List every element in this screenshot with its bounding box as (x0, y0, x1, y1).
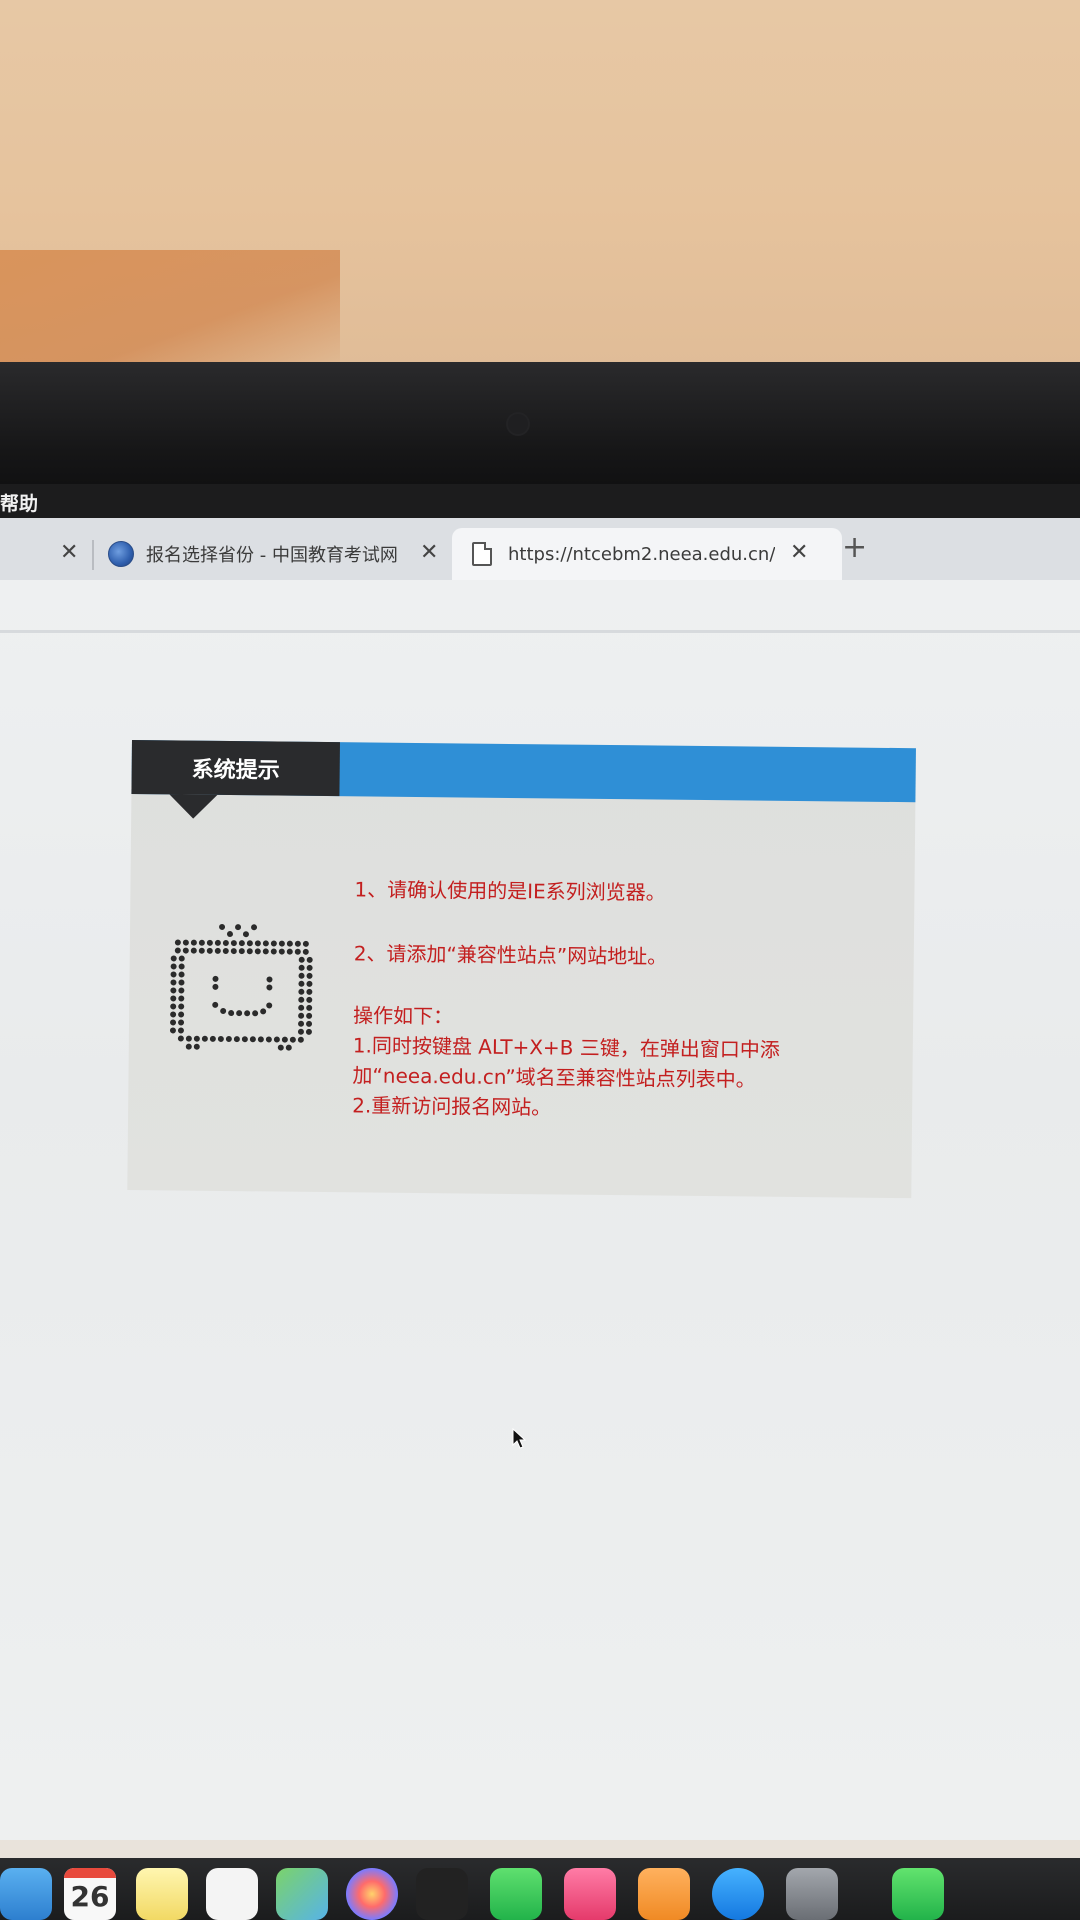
dialog-pointer (169, 794, 218, 819)
calendar-icon[interactable]: 26 (64, 1868, 116, 1920)
books-icon[interactable] (638, 1868, 690, 1920)
photos-icon[interactable] (346, 1868, 398, 1920)
system-prompt-dialog: 系统提示 1、请确认使用的是IE系列浏览器。 2、请添加“兼容性站点”网站地址。… (127, 740, 916, 1199)
tab-label: https://ntcebm2.neea.edu.cn/ (508, 543, 776, 565)
mouse-pointer-icon (512, 1427, 528, 1454)
menu-help[interactable]: 帮助 (0, 489, 38, 516)
message-step-1b: 加“neea.edu.cn”域名至兼容性站点列表中。 (352, 1063, 756, 1092)
app-store-icon[interactable] (712, 1868, 764, 1920)
calendar-day: 26 (70, 1880, 110, 1913)
message-line-2: 2、请添加“兼容性站点”网站地址。 (353, 941, 668, 969)
reminders-icon[interactable] (206, 1868, 258, 1920)
camera-icon (508, 414, 528, 434)
message-steps-title: 操作如下： (353, 1003, 454, 1029)
message-step-2: 2.重新访问报名网站。 (352, 1093, 552, 1120)
tab-close-button[interactable]: ✕ (420, 540, 438, 565)
facetime-icon[interactable] (490, 1868, 542, 1920)
document-icon (472, 542, 492, 566)
music-icon[interactable] (564, 1868, 616, 1920)
finder-icon[interactable] (0, 1868, 52, 1920)
tab-label: 报名选择省份 - 中国教育考试网 (146, 545, 398, 566)
tab-divider (92, 540, 94, 570)
tab-close-button[interactable]: ✕ (60, 540, 78, 565)
settings-icon[interactable] (786, 1868, 838, 1920)
wall-shadow (0, 250, 340, 372)
calendar-month (64, 1868, 116, 1878)
message-line-1: 1、请确认使用的是IE系列浏览器。 (354, 877, 666, 905)
menu-bar: 帮助 (0, 484, 1080, 518)
dialog-title: 系统提示 (131, 740, 340, 797)
message-step-1a: 1.同时按键盘 ALT+X+B 三键，在弹出窗口中添 (352, 1033, 780, 1062)
page-divider (0, 630, 1080, 633)
notes-icon[interactable] (136, 1868, 188, 1920)
messages-icon[interactable] (892, 1868, 944, 1920)
globe-icon (108, 541, 134, 567)
monitor-bezel (0, 362, 1080, 490)
terminal-icon[interactable] (416, 1868, 468, 1920)
tv-dot-icon (169, 920, 320, 1066)
new-tab-button[interactable]: + (842, 530, 867, 565)
maps-icon[interactable] (276, 1868, 328, 1920)
tab-ntcebm2[interactable]: https://ntcebm2.neea.edu.cn/ (452, 528, 842, 580)
tab-close-button[interactable]: ✕ (790, 540, 808, 565)
tab-neea-province[interactable]: 报名选择省份 - 中国教育考试网 (108, 528, 438, 580)
